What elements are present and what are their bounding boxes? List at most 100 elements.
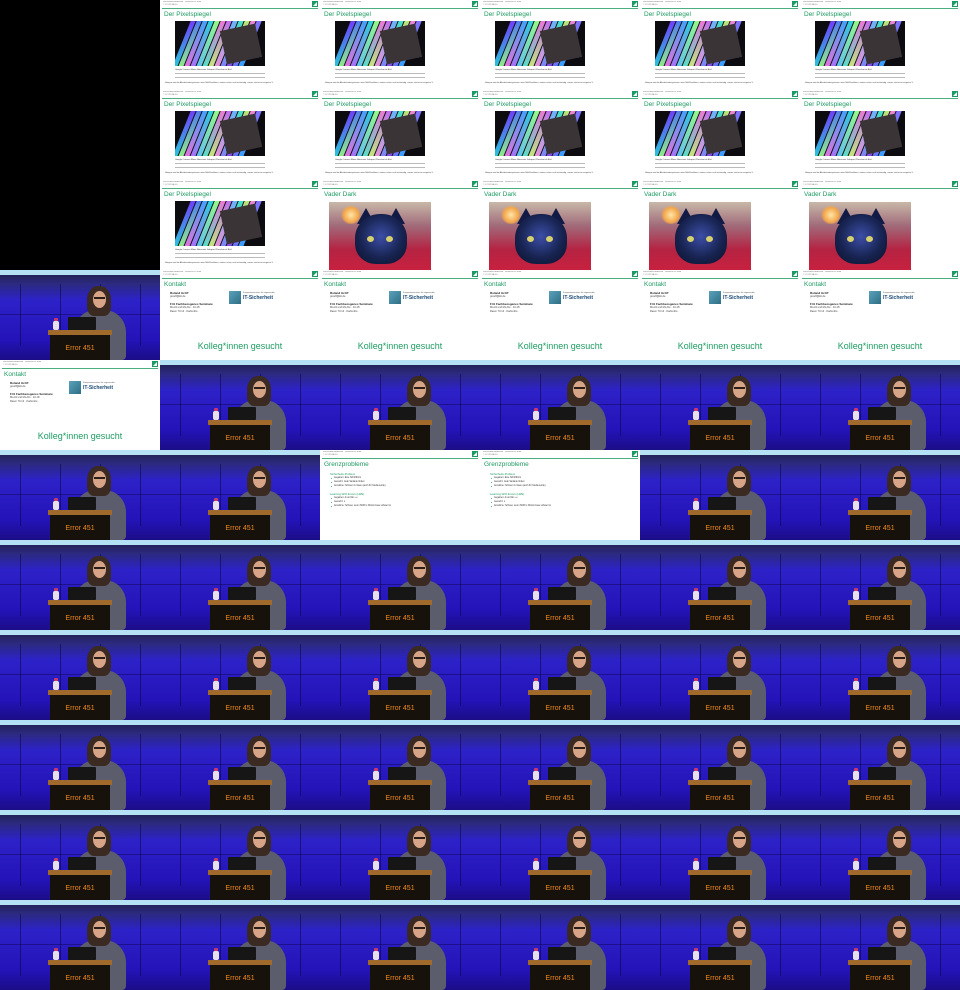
slide-divider bbox=[322, 458, 478, 459]
stage-label: Error 451 bbox=[865, 435, 895, 442]
speaker-glasses bbox=[894, 387, 905, 389]
stage-label: Error 451 bbox=[65, 525, 95, 532]
speaker-face bbox=[733, 831, 746, 848]
stage-label: Error 451 bbox=[705, 525, 735, 532]
stage-label: Error 451 bbox=[225, 885, 255, 892]
backdrop-panel-line bbox=[180, 554, 181, 616]
slide-lists-thumbnail: Rechenbetriebsbetrieb · Gesehen für Stud… bbox=[480, 450, 640, 540]
slide-contact-thumbnail: Rechenbetriebsbetrieb · Gesehen für Stud… bbox=[480, 270, 640, 360]
laptop bbox=[228, 767, 256, 780]
hiring-banner: Kolleg*innen gesucht bbox=[677, 341, 763, 351]
contact-hours: Mo-Di und Mo-Do · 10-18 bbox=[650, 306, 680, 309]
university-logo-icon bbox=[472, 181, 478, 187]
mascot-figure-icon bbox=[693, 678, 699, 690]
cat-head bbox=[515, 214, 567, 264]
cat-eye bbox=[386, 236, 393, 242]
backdrop-panel-line bbox=[660, 374, 661, 436]
slide-divider bbox=[322, 278, 478, 279]
backdrop-panel-line bbox=[300, 644, 301, 706]
slide-contact-thumbnail: Rechenbetriebsbetrieb · Gesehen für Stud… bbox=[0, 360, 160, 450]
speaker-video-frame: Error 451 bbox=[320, 900, 480, 990]
backdrop-panel-line bbox=[820, 644, 821, 706]
speaker-glasses bbox=[734, 567, 745, 569]
slide-divider bbox=[482, 458, 638, 459]
slide-divider bbox=[162, 8, 318, 9]
cat-eye bbox=[367, 236, 374, 242]
backdrop-panel-line bbox=[660, 824, 661, 886]
contact-room: Raum 70.14 · Karlsruhe bbox=[170, 310, 198, 313]
speaker-face bbox=[413, 831, 426, 848]
speaker-face bbox=[573, 651, 586, 668]
mascot-figure-icon bbox=[53, 678, 59, 690]
stage-label: Error 451 bbox=[705, 975, 735, 982]
backdrop-panel-line bbox=[180, 464, 181, 526]
cat-head bbox=[675, 214, 727, 264]
cat-eye bbox=[527, 236, 534, 242]
contact-room: Raum 70.14 · Karlsruhe bbox=[810, 310, 838, 313]
slide-divider bbox=[322, 188, 478, 189]
stage-label: Error 451 bbox=[225, 615, 255, 622]
backdrop-panel-line bbox=[820, 914, 821, 976]
university-logo-icon bbox=[472, 271, 478, 277]
stage-label: Error 451 bbox=[65, 345, 95, 352]
logo-title: IT-Sicherheit bbox=[83, 385, 114, 391]
backdrop-panel-line bbox=[820, 824, 821, 886]
speaker-video-frame: Error 451 bbox=[800, 360, 960, 450]
speaker-face bbox=[573, 741, 586, 758]
backdrop-panel-line bbox=[500, 734, 501, 796]
speaker-face bbox=[733, 741, 746, 758]
speaker-face bbox=[893, 831, 906, 848]
speaker-video-frame: Error 451 bbox=[800, 630, 960, 720]
mascot-figure-icon bbox=[53, 858, 59, 870]
laptop bbox=[708, 497, 736, 510]
sensor-chip bbox=[859, 23, 903, 65]
speaker-face bbox=[573, 831, 586, 848]
slide-divider bbox=[482, 278, 638, 279]
speaker-video-frame: Error 451 bbox=[320, 360, 480, 450]
laptop bbox=[388, 407, 416, 420]
stage-label: Error 451 bbox=[385, 705, 415, 712]
backdrop-panel-line bbox=[940, 464, 941, 526]
cat-head bbox=[835, 214, 887, 264]
speaker-face bbox=[253, 651, 266, 668]
speaker-video-frame: Error 451 bbox=[800, 540, 960, 630]
sensor-chip bbox=[859, 113, 903, 155]
stage-label: Error 451 bbox=[545, 975, 575, 982]
image-caption: Google Camera Moire Bitmuster Subpixel P… bbox=[175, 69, 232, 71]
laptop bbox=[68, 947, 96, 960]
sensor-chip bbox=[699, 113, 743, 155]
laptop bbox=[68, 587, 96, 600]
speaker-video-frame: Error 451 bbox=[160, 540, 320, 630]
speaker-glasses bbox=[94, 477, 105, 479]
university-logo-icon bbox=[472, 91, 478, 97]
slide-title: Vader Dark bbox=[644, 191, 677, 198]
speaker-glasses bbox=[734, 837, 745, 839]
stage-label: Error 451 bbox=[385, 615, 415, 622]
backdrop-panel-line bbox=[940, 824, 941, 886]
stage-label: Error 451 bbox=[865, 795, 895, 802]
laptop bbox=[548, 407, 576, 420]
slide-title: Der Pixelspiegel bbox=[804, 11, 851, 18]
mascot-figure-icon bbox=[373, 408, 379, 420]
pixel-closeup-image bbox=[175, 21, 265, 66]
mascot-figure-icon bbox=[853, 588, 859, 600]
laptop bbox=[708, 587, 736, 600]
speaker-face bbox=[413, 741, 426, 758]
speaker-video-frame: Error 451 bbox=[320, 810, 480, 900]
mascot-figure-icon bbox=[693, 858, 699, 870]
speaker-face bbox=[413, 381, 426, 398]
slide-header-text: Rechenbetriebsbetrieb · Gesehen für Stud… bbox=[803, 91, 842, 96]
speaker-glasses bbox=[254, 477, 265, 479]
slide-divider bbox=[482, 188, 638, 189]
list-heading: Learning With Errors (LWE) bbox=[490, 492, 525, 496]
mascot-figure-icon bbox=[373, 858, 379, 870]
speaker-face bbox=[253, 921, 266, 938]
speaker-glasses bbox=[414, 657, 425, 659]
sensor-chip bbox=[219, 113, 263, 155]
speaker-video-frame: Error 451 bbox=[640, 540, 800, 630]
caption-rule bbox=[655, 167, 745, 168]
university-logo-icon bbox=[792, 1, 798, 7]
slide-header-text: Rechenbetriebsbetrieb · Gesehen für Stud… bbox=[323, 271, 362, 276]
contact-sheet-grid: Rechenbetriebsbetrieb · Gesehen für Stud… bbox=[0, 0, 960, 990]
backdrop-panel-line bbox=[500, 824, 501, 886]
